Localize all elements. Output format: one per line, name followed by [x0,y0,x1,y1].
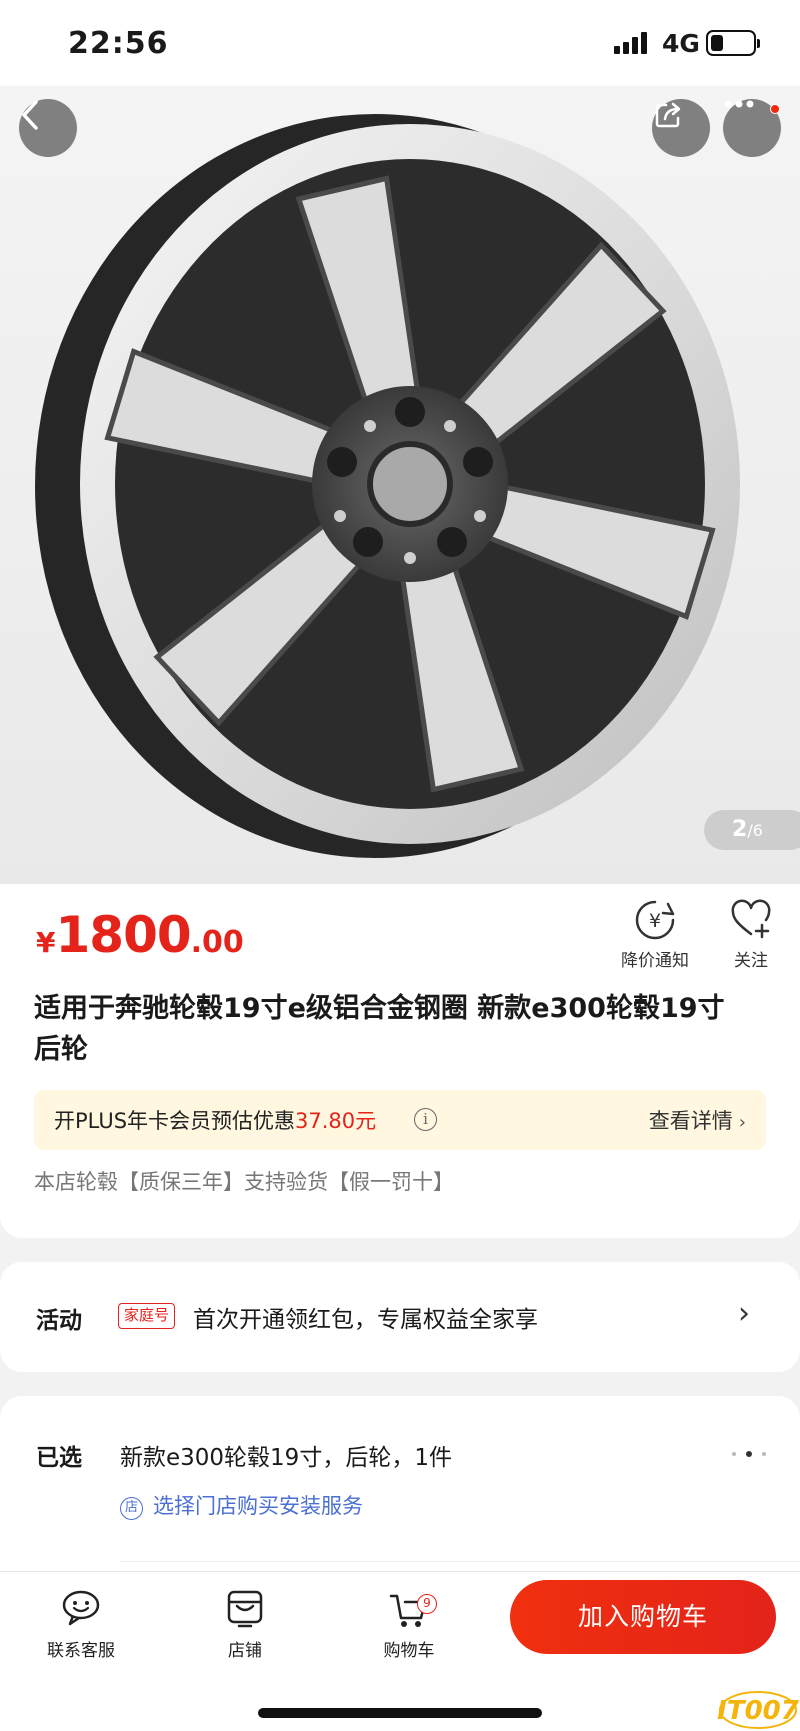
share-icon [655,102,681,128]
share-button[interactable] [652,99,710,157]
plus-discount-banner[interactable]: 开PLUS年卡会员预估优惠37.80元 i 查看详情 › [34,1090,766,1150]
activity-row[interactable]: 活动 家庭号 首次开通领红包，专属权益全家享 › [0,1262,800,1372]
selected-options-text: 新款e300轮毂19寸，后轮，1件 [120,1445,452,1471]
price: ¥1800.00 [36,906,244,964]
plus-discount-amount: 37.80元 [295,1109,377,1133]
info-icon[interactable]: i [414,1108,437,1131]
bottom-action-bar: 联系客服 店铺 9 购物车 加入购物车 IT007 [0,1571,800,1731]
price-drop-icon: ¥ [635,900,675,940]
watermark-logo: IT007 [716,1686,800,1730]
store-install-service-text: 选择门店购买安装服务 [153,1494,363,1518]
selected-options-row[interactable]: 已选 新款e300轮毂19寸，后轮，1件 店选择门店购买安装服务 [0,1396,800,1571]
follow-button[interactable]: 关注 [706,898,796,971]
heart-plus-icon [731,899,771,939]
plus-discount-text: 开PLUS年卡会员预估优惠37.80元 [54,1105,376,1135]
wheel-image [35,114,740,858]
back-button[interactable] [19,99,77,157]
more-options-icon[interactable] [730,1450,770,1458]
cart-count-badge: 9 [417,1594,437,1614]
store-promo-text: 本店轮毂【质保三年】支持验货【假一罚十】 [34,1170,454,1194]
follow-label: 关注 [734,951,768,971]
signal-icon [614,32,650,54]
it007-logo: IT007 [717,1691,800,1729]
divider [120,1561,800,1562]
product-info-card: ¥1800.00 ¥ 降价通知 关注 适用于奔驰轮毂19寸e级铝合金钢圈 新款e… [0,884,800,1238]
shop-button[interactable]: 店铺 [190,1586,300,1661]
cart-button[interactable]: 9 购物车 [354,1586,464,1661]
customer-service-button[interactable]: 联系客服 [26,1586,136,1661]
cart-label: 购物车 [383,1641,435,1661]
notification-dot [770,104,780,114]
chevron-right-icon: › [738,1296,750,1331]
current-page: 2 [732,817,748,842]
status-time: 22:56 [68,26,169,61]
price-drop-notify-button[interactable]: ¥ 降价通知 [610,898,700,971]
total-pages: 6 [752,821,763,840]
add-to-cart-button[interactable]: 加入购物车 [510,1580,776,1654]
product-gallery[interactable]: 2/6 [0,86,800,884]
price-integer: 1800 [55,906,191,964]
price-decimal: .00 [190,925,244,960]
selected-label: 已选 [36,1445,82,1471]
chevron-right-icon: › [738,1112,746,1133]
battery-level [711,35,723,51]
battery-icon [706,30,760,56]
store-install-service-link[interactable]: 店选择门店购买安装服务 [120,1490,363,1520]
svg-text:¥: ¥ [649,910,661,932]
activity-label: 活动 [36,1308,82,1334]
status-bar: 22:56 4G [0,0,800,86]
svg-text:IT007: IT007 [717,1696,800,1726]
chat-icon [62,1590,100,1626]
view-details-link[interactable]: 查看详情 › [649,1105,746,1135]
family-account-tag: 家庭号 [118,1303,176,1329]
activity-text: 首次开通领红包，专属权益全家享 [193,1307,538,1333]
product-title: 适用于奔驰轮毂19寸e级铝合金钢圈 新款e300轮毂19寸 后轮 [34,993,725,1065]
image-page-indicator: 2/6 [704,810,800,850]
view-details-label: 查看详情 [648,1109,733,1133]
chevron-left-icon [22,100,38,130]
plus-discount-prefix: 开PLUS年卡会员预估优惠 [54,1109,296,1133]
notify-label: 降价通知 [621,951,689,971]
store-icon [227,1590,263,1628]
currency-symbol: ¥ [36,926,56,959]
customer-service-label: 联系客服 [47,1641,115,1661]
store-badge-icon: 店 [120,1497,143,1520]
shop-label: 店铺 [228,1641,262,1661]
home-indicator[interactable] [258,1708,542,1718]
more-icon [724,100,754,108]
network-label: 4G [662,29,700,58]
more-button[interactable] [723,99,781,157]
